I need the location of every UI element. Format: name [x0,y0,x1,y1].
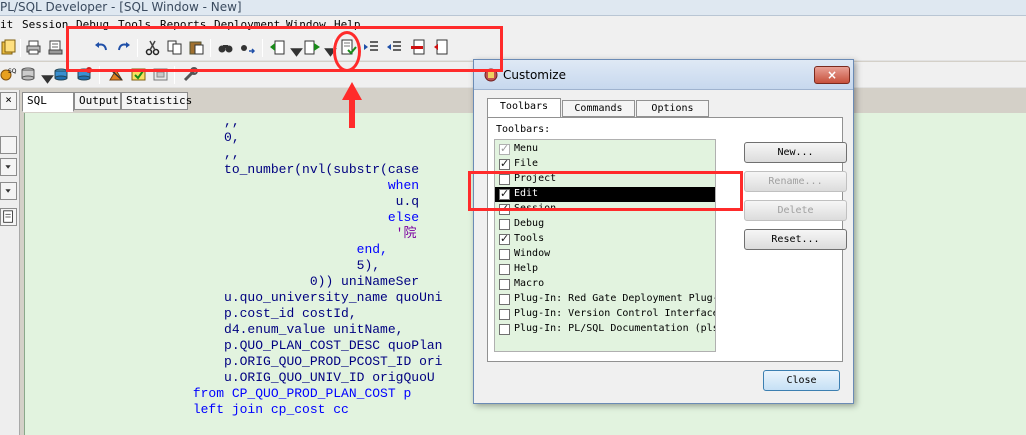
tab-statistics[interactable]: Statistics [121,92,192,110]
toolbar-list-label: Menu [514,143,539,154]
dialog-title: Customize [503,68,566,82]
code-line: left join cp_cost cc [29,402,349,417]
toolbars-label: Toolbars: [496,124,551,135]
toolbar-list-label: Tools [514,233,545,244]
code-line: ,, [29,114,240,129]
toolbars-panel: Toolbars: MenuFileProjectEditSessionDebu… [487,117,847,362]
toolbar-list-label: Debug [514,218,545,229]
print-preview-icon[interactable] [47,39,64,56]
toolbar-checkbox[interactable] [499,157,510,171]
reset-button[interactable]: Reset... [744,229,847,250]
document-icon[interactable] [0,208,17,226]
toolbar-list-item[interactable]: Debug [495,217,715,232]
toolbar-checkbox[interactable] [499,264,510,275]
new-button[interactable]: New... [744,142,847,163]
sql-icon[interactable]: SQL [0,66,17,83]
annotation-arrow [342,82,362,128]
code-line: else [29,210,420,225]
toolbar-list-item[interactable]: Window [495,247,715,262]
code-line: ,, [29,146,240,161]
svg-text:SQL: SQL [8,68,17,75]
dialog-close-icon[interactable]: × [814,66,850,84]
new-icon[interactable] [0,39,17,56]
code-line: u.ORIG_QUO_UNIV_ID origQuoU [29,370,435,385]
panel-dropdown[interactable] [0,158,17,176]
window-titlebar: PL/SQL Developer - [SQL Window - New] [0,0,1026,16]
toolbar-checkbox[interactable] [499,232,510,246]
panel-button[interactable] [0,136,17,154]
annotation-edit-box [468,171,743,211]
tab-sql[interactable]: SQL [22,92,74,112]
code-line: 0)) uniNameSer [29,274,420,289]
code-line: p.QUO_PLAN_COST_DESC quoPlan [29,338,443,353]
toolbar-checkbox[interactable] [499,324,510,335]
toolbar-separator [20,39,21,57]
dialog-titlebar: Customize × [474,60,853,90]
tab-output[interactable]: Output [74,92,121,110]
code-line: p.cost_id costId, [29,306,357,321]
toolbar-list-label: Plug-In: Red Gate Deployment Plug-I [514,293,716,304]
toolbar-list-item[interactable]: File [495,157,715,172]
toolbar-list-item[interactable]: Plug-In: PL/SQL Documentation (plsd [495,322,716,337]
delete-button[interactable]: Delete [744,200,847,221]
menu-edit[interactable]: it [0,18,13,32]
toolbar-list-item[interactable]: Menu [495,142,715,157]
toolbar-checkbox[interactable] [499,279,510,290]
toolbar-list-label: File [514,158,539,169]
toolbar-checkbox[interactable] [499,309,510,320]
tab-commands[interactable]: Commands [562,100,635,117]
annotation-toolbar-box [66,26,503,72]
code-line: '院 [29,226,417,241]
rename-button[interactable]: Rename... [744,171,847,192]
tab-toolbars[interactable]: Toolbars [487,98,561,118]
database-icon[interactable] [20,66,37,83]
toolbar-checkbox[interactable] [499,294,510,305]
toolbar-list-item[interactable]: Plug-In: Red Gate Deployment Plug-I [495,292,716,307]
toolbar-list-item[interactable]: Macro [495,277,715,292]
menu-session[interactable]: Session [22,18,68,32]
toolbar-list-label: Help [514,263,539,274]
code-line: d4.enum_value unitName, [29,322,404,337]
toolbar-checkbox[interactable] [499,142,510,156]
code-line: when [29,178,420,193]
print-icon[interactable] [25,39,42,56]
toolbar-list-item[interactable]: Help [495,262,715,277]
code-line: from CP_QUO_PROD_PLAN_COST p [29,386,412,401]
close-panel-icon[interactable]: × [0,92,17,110]
left-panel-strip: × [0,90,20,435]
code-line: u.q [29,194,420,209]
chevron-down-icon[interactable] [39,71,54,84]
panel-dropdown[interactable] [0,182,17,200]
window-title: PL/SQL Developer - [SQL Window - New] [0,0,242,14]
code-line: p.ORIG_QUO_PROD_PCOST_ID ori [29,354,443,369]
code-line: end, [29,242,388,257]
customize-dialog: Customize × Toolbars Commands Options To… [473,59,854,404]
code-line: u.quo_university_name quoUni [29,290,443,305]
toolbar-list-label: Plug-In: PL/SQL Documentation (plsd [514,323,716,334]
annotation-icon-circle [333,31,361,72]
toolbar-list-label: Macro [514,278,545,289]
toolbar-list-label: Plug-In: Version Control Interface [514,308,716,319]
toolbar-list-item[interactable]: Tools [495,232,715,247]
toolbar-checkbox[interactable] [499,249,510,260]
code-line: 0, [29,130,240,145]
code-line: 5), [29,258,381,273]
toolbar-list-item[interactable]: Plug-In: Version Control Interface [495,307,716,322]
toolbar-list-label: Window [514,248,551,259]
toolbar-checkbox[interactable] [499,219,510,230]
tab-options[interactable]: Options [636,100,709,117]
code-line: to_number(nvl(substr(case [29,162,420,177]
close-button[interactable]: Close [763,370,840,391]
